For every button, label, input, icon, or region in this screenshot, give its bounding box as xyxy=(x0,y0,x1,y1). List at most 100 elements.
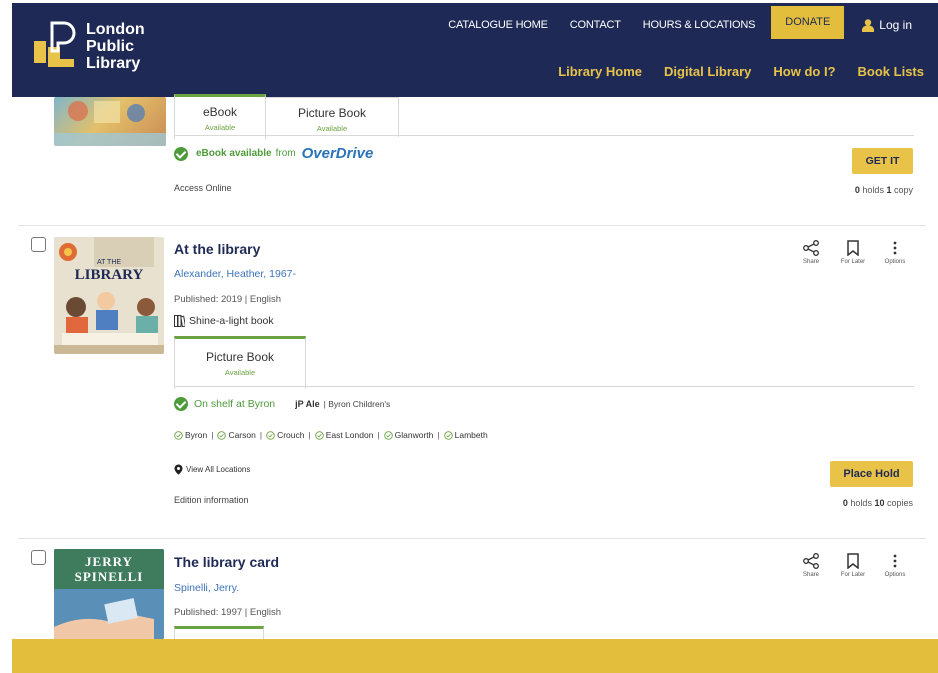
book-author-3[interactable]: Spinelli, Jerry. xyxy=(174,582,239,594)
tab-ebook-status: Available xyxy=(204,123,236,132)
login-label: Log in xyxy=(879,18,912,32)
main-nav: Library Home Digital Library How do I? B… xyxy=(558,64,938,79)
nav-book-lists[interactable]: Book Lists xyxy=(858,64,924,79)
share-icon xyxy=(803,240,819,256)
more-vertical-icon xyxy=(893,241,897,255)
check-circle-icon xyxy=(174,146,188,161)
user-icon xyxy=(862,18,875,32)
result-divider-1 xyxy=(18,225,926,226)
check-outline-icon xyxy=(217,430,227,440)
view-all-locations-link[interactable]: View All Locations xyxy=(174,464,250,475)
holds-number-2: 0 xyxy=(842,498,848,508)
select-checkbox-3[interactable] xyxy=(31,550,46,565)
branch-crouch-label: Crouch xyxy=(277,430,305,440)
branch-byron[interactable]: Byron xyxy=(174,430,207,440)
book-author-2[interactable]: Alexander, Heather, 1967- xyxy=(174,268,296,280)
overdrive-logo[interactable]: OverDrive xyxy=(302,145,374,162)
catalogue-home-link[interactable]: CATALOGUE HOME xyxy=(448,19,548,31)
tab-ebook[interactable]: eBook Available xyxy=(174,94,266,139)
call-number: jP Ale xyxy=(295,399,320,409)
card-actions-2: Share For Later Options xyxy=(796,240,910,265)
place-hold-button[interactable]: Place Hold xyxy=(830,461,913,487)
page: London Public Library CATALOGUE HOME CON… xyxy=(0,0,938,673)
result-divider-2 xyxy=(18,538,926,539)
cover-line-jerry: JERRY xyxy=(85,554,133,569)
logo-line-3: Library xyxy=(86,55,141,72)
contact-link[interactable]: CONTACT xyxy=(570,19,621,31)
share-label-2: Share xyxy=(802,259,819,265)
book-cover-2[interactable]: AT THE LIBRARY xyxy=(54,237,164,354)
branch-lambeth-label: Lambeth xyxy=(454,430,488,440)
branch-crouch[interactable]: Crouch xyxy=(266,430,304,440)
cover-line-spinelli: SPINELLI xyxy=(75,569,144,584)
get-it-button[interactable]: GET IT xyxy=(852,148,913,174)
nav-how-do-i[interactable]: How do I? xyxy=(773,64,835,79)
library-name[interactable]: London Public Library xyxy=(86,21,145,72)
book-cover-1[interactable] xyxy=(54,97,166,146)
tab-picture-book-2[interactable]: Picture Book Available xyxy=(174,336,306,389)
book-title-2[interactable]: At the library xyxy=(174,241,260,257)
branch-lambeth[interactable]: Lambeth xyxy=(443,430,488,440)
tab-ebook-format: eBook xyxy=(202,105,238,119)
view-all-locations-label: View All Locations xyxy=(186,465,251,474)
branch-list: Byron | Carson | Crouch | East London | … xyxy=(174,430,488,440)
copies-label-1: copy xyxy=(893,185,913,195)
login-button[interactable]: Log in xyxy=(862,18,912,32)
shelf-availability-2: On shelf at Byron jP Ale | Byron Childre… xyxy=(174,397,390,411)
holds-label-1: holds xyxy=(862,185,884,195)
branch-carson[interactable]: Carson xyxy=(217,430,256,440)
branch-east-london-label: East London xyxy=(325,430,374,440)
donate-button[interactable]: DONATE xyxy=(771,5,845,39)
for-later-button-3[interactable]: For Later xyxy=(838,553,868,578)
tab-baseline-2 xyxy=(174,386,914,387)
copies-number-2: 10 xyxy=(874,498,885,508)
tab-picture-book-1-status: Available xyxy=(316,124,348,133)
bottom-banner xyxy=(12,639,938,673)
tab-picture-book-2-format: Picture Book xyxy=(205,350,275,364)
branch-carson-label: Carson xyxy=(228,430,256,440)
holds-count-1: 0 holds 1 copy xyxy=(855,185,913,195)
copies-number-1: 1 xyxy=(886,185,892,195)
collection-label: | Byron Children's xyxy=(323,399,391,409)
cover-line-at-the: AT THE xyxy=(97,259,121,266)
bookmark-icon xyxy=(847,553,859,569)
from-label: from xyxy=(275,148,296,159)
logo-line-1: London xyxy=(86,21,145,38)
bookmark-icon xyxy=(847,240,859,256)
hours-locations-link[interactable]: HOURS & LOCATIONS xyxy=(643,19,756,31)
series-link-2[interactable]: Shine-a-light book xyxy=(174,315,274,327)
map-pin-icon xyxy=(174,464,183,475)
share-button-3[interactable]: Share xyxy=(796,553,826,578)
branch-east-london[interactable]: East London xyxy=(314,430,374,440)
check-outline-icon xyxy=(383,430,393,440)
share-label-3: Share xyxy=(802,572,819,578)
book-title-3[interactable]: The library card xyxy=(174,554,279,570)
tab-picture-book-1-format: Picture Book xyxy=(297,106,367,120)
nav-library-home[interactable]: Library Home xyxy=(558,64,642,79)
for-later-label-2: For Later xyxy=(840,259,866,265)
share-button-2[interactable]: Share xyxy=(796,240,826,265)
tab-picture-book-1[interactable]: Picture Book Available xyxy=(265,97,399,137)
check-outline-icon xyxy=(174,430,183,440)
ebook-available-label: eBook available xyxy=(196,148,272,159)
for-later-button-2[interactable]: For Later xyxy=(838,240,868,265)
select-checkbox-2[interactable] xyxy=(31,237,46,252)
book-cover-3[interactable]: JERRY SPINELLI xyxy=(54,549,164,639)
branch-byron-label: Byron xyxy=(185,430,208,440)
holds-count-2: 0 holds 10 copies xyxy=(843,498,913,508)
access-online-link[interactable]: Access Online xyxy=(174,183,232,193)
options-label-2: Options xyxy=(884,259,906,265)
options-button-2[interactable]: Options xyxy=(880,240,910,265)
logo-line-2: Public xyxy=(86,38,135,55)
branch-separator: | xyxy=(377,430,380,440)
check-outline-icon xyxy=(266,430,275,440)
options-button-3[interactable]: Options xyxy=(880,553,910,578)
branch-separator: | xyxy=(437,430,440,440)
card-actions-3: Share For Later Options xyxy=(796,553,910,578)
library-logo-icon[interactable] xyxy=(34,21,79,71)
nav-digital-library[interactable]: Digital Library xyxy=(664,64,751,79)
check-circle-icon xyxy=(174,397,188,411)
branch-glanworth[interactable]: Glanworth xyxy=(383,430,433,440)
edition-information-link[interactable]: Edition information xyxy=(174,495,249,505)
holds-label-2: holds xyxy=(850,498,872,508)
